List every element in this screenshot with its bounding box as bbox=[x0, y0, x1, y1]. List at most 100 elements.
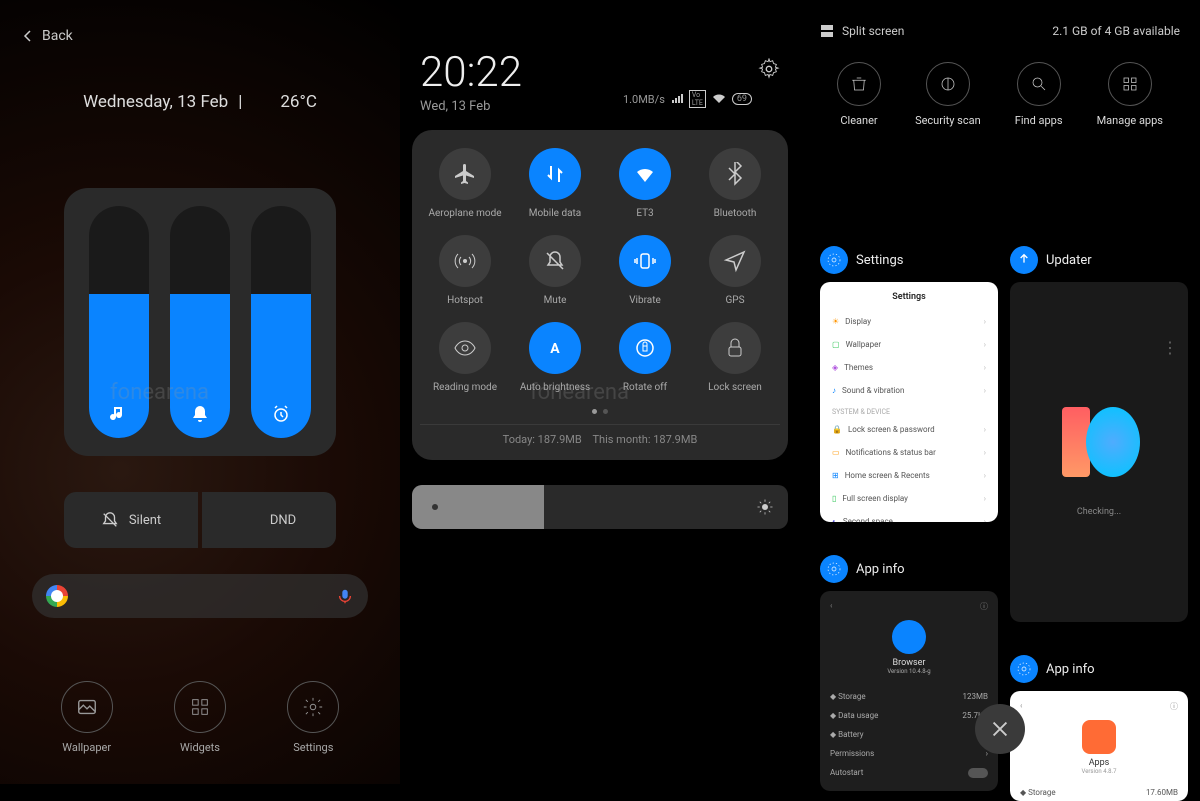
split-screen-button[interactable]: Split screen bbox=[820, 24, 904, 38]
qs-reading[interactable]: Reading mode bbox=[422, 322, 508, 393]
widgets-action[interactable]: Widgets bbox=[174, 681, 226, 754]
bell-icon bbox=[188, 402, 212, 426]
search-icon bbox=[1030, 75, 1048, 93]
rotate-lock-icon bbox=[633, 336, 657, 360]
clock-time: 20:22 bbox=[420, 48, 522, 97]
date-weather: Wednesday, 13 Feb | 26°C bbox=[83, 92, 317, 112]
date-text: Wednesday, 13 Feb bbox=[83, 92, 228, 112]
google-logo-icon bbox=[46, 585, 68, 607]
bell-slash-icon bbox=[101, 511, 119, 529]
chevron-left-icon bbox=[22, 30, 34, 42]
recent-card-appinfo-1[interactable]: App info ‹ⓘ BrowserVersion 10.4.8-g ◆ St… bbox=[820, 555, 998, 791]
qs-auto-brightness[interactable]: AAuto brightness bbox=[512, 322, 598, 393]
settings-preview: Settings ☀Display› ▢Wallpaper› ◈Themes› … bbox=[820, 282, 998, 522]
battery-badge: 69 bbox=[732, 93, 752, 105]
back-button[interactable]: Back bbox=[22, 28, 73, 44]
qs-bluetooth[interactable]: Bluetooth bbox=[692, 148, 778, 219]
settings-gear-icon[interactable] bbox=[758, 58, 780, 80]
alarm-icon bbox=[269, 402, 293, 426]
gear-icon bbox=[302, 696, 324, 718]
moon-icon bbox=[242, 511, 260, 529]
settings-action[interactable]: Settings bbox=[287, 681, 339, 754]
ring-volume-slider[interactable] bbox=[170, 206, 230, 438]
page-indicator bbox=[420, 409, 780, 414]
auto-brightness-icon: A bbox=[543, 336, 567, 360]
silent-button[interactable]: Silent bbox=[64, 492, 198, 548]
google-search-bar[interactable] bbox=[32, 574, 368, 618]
grid-icon bbox=[189, 696, 211, 718]
qs-rotate[interactable]: Rotate off bbox=[602, 322, 688, 393]
sound-mode-buttons: Silent DND bbox=[64, 492, 336, 548]
appinfo-preview-2: ‹ⓘ AppsVersion 4.8.7 ◆ Storage17.60MB bbox=[1010, 691, 1188, 801]
qs-mobile-data[interactable]: Mobile data bbox=[512, 148, 598, 219]
gear-icon bbox=[1010, 655, 1038, 683]
home-bottom-actions: Wallpaper Widgets Settings bbox=[0, 681, 400, 754]
dnd-button[interactable]: DND bbox=[202, 492, 336, 548]
qs-vibrate[interactable]: Vibrate bbox=[602, 235, 688, 306]
split-screen-icon bbox=[820, 24, 834, 38]
alarm-volume-slider[interactable] bbox=[251, 206, 311, 438]
brightness-slider[interactable] bbox=[412, 485, 788, 529]
bluetooth-icon bbox=[723, 162, 747, 186]
wallpaper-action[interactable]: Wallpaper bbox=[61, 681, 113, 754]
memory-status: 2.1 GB of 4 GB available bbox=[1052, 24, 1180, 38]
apps-grid-icon bbox=[1121, 75, 1139, 93]
upload-icon bbox=[1010, 246, 1038, 274]
image-icon bbox=[76, 696, 98, 718]
apps-app-icon bbox=[1082, 720, 1116, 754]
recent-card-appinfo-2[interactable]: App info ‹ⓘ AppsVersion 4.8.7 ◆ Storage1… bbox=[1010, 655, 1188, 801]
brightness-low-icon bbox=[426, 498, 444, 516]
network-speed: 1.0MB/s bbox=[623, 93, 665, 106]
cleaner-action[interactable]: Cleaner bbox=[837, 62, 881, 127]
scan-icon bbox=[939, 75, 957, 93]
eye-icon bbox=[453, 336, 477, 360]
dnd-label: DND bbox=[270, 513, 296, 528]
lte-badge: VoLTE bbox=[689, 90, 706, 108]
moon-icon bbox=[252, 93, 270, 111]
quick-settings-panel: 20:22 Wed, 13 Feb 1.0MB/s VoLTE 69 Aerop… bbox=[400, 0, 800, 784]
location-arrow-icon bbox=[723, 249, 747, 273]
brightness-high-icon bbox=[756, 498, 774, 516]
silent-label: Silent bbox=[129, 513, 161, 528]
home-screen-panel: Back Wednesday, 13 Feb | 26°C Silent DND bbox=[0, 0, 400, 784]
music-note-icon bbox=[107, 402, 131, 426]
miui-logo bbox=[1054, 397, 1144, 487]
find-apps-action[interactable]: Find apps bbox=[1015, 62, 1063, 127]
qs-aeroplane[interactable]: Aeroplane mode bbox=[422, 148, 508, 219]
data-usage-row[interactable]: Today: 187.9MB This month: 187.9MB bbox=[420, 424, 780, 450]
widgets-label: Widgets bbox=[180, 741, 220, 754]
vibrate-icon bbox=[633, 249, 657, 273]
qs-gps[interactable]: GPS bbox=[692, 235, 778, 306]
qs-wifi[interactable]: ET3 bbox=[602, 148, 688, 219]
data-arrows-icon bbox=[543, 162, 567, 186]
recents-panel: Split screen 2.1 GB of 4 GB available Cl… bbox=[800, 0, 1200, 784]
manage-apps-action[interactable]: Manage apps bbox=[1097, 62, 1163, 127]
qs-hotspot[interactable]: Hotspot bbox=[422, 235, 508, 306]
qs-lock[interactable]: Lock screen bbox=[692, 322, 778, 393]
airplane-icon bbox=[453, 162, 477, 186]
trash-icon bbox=[850, 75, 868, 93]
wallpaper-label: Wallpaper bbox=[62, 741, 111, 754]
wifi-icon bbox=[633, 162, 657, 186]
back-label: Back bbox=[42, 28, 73, 44]
signal-icon bbox=[671, 94, 683, 104]
close-icon bbox=[989, 718, 1011, 740]
close-all-button[interactable] bbox=[975, 704, 1025, 754]
media-volume-slider[interactable] bbox=[89, 206, 149, 438]
gear-icon bbox=[820, 555, 848, 583]
clock-date: Wed, 13 Feb bbox=[420, 99, 522, 114]
recents-actions: Cleaner Security scan Find apps Manage a… bbox=[820, 62, 1180, 127]
lock-icon bbox=[723, 336, 747, 360]
browser-app-icon bbox=[892, 620, 926, 654]
mic-icon bbox=[336, 587, 354, 605]
recent-card-settings[interactable]: Settings Settings ☀Display› ▢Wallpaper› … bbox=[820, 246, 998, 522]
svg-text:A: A bbox=[550, 341, 560, 357]
settings-label: Settings bbox=[293, 741, 333, 754]
recent-card-updater[interactable]: Updater ⋮ Checking... bbox=[1010, 246, 1188, 622]
hotspot-icon bbox=[453, 249, 477, 273]
qs-mute[interactable]: Mute bbox=[512, 235, 598, 306]
security-scan-action[interactable]: Security scan bbox=[915, 62, 981, 127]
gear-icon bbox=[820, 246, 848, 274]
wifi-icon bbox=[712, 94, 726, 104]
updater-preview: ⋮ Checking... bbox=[1010, 282, 1188, 622]
